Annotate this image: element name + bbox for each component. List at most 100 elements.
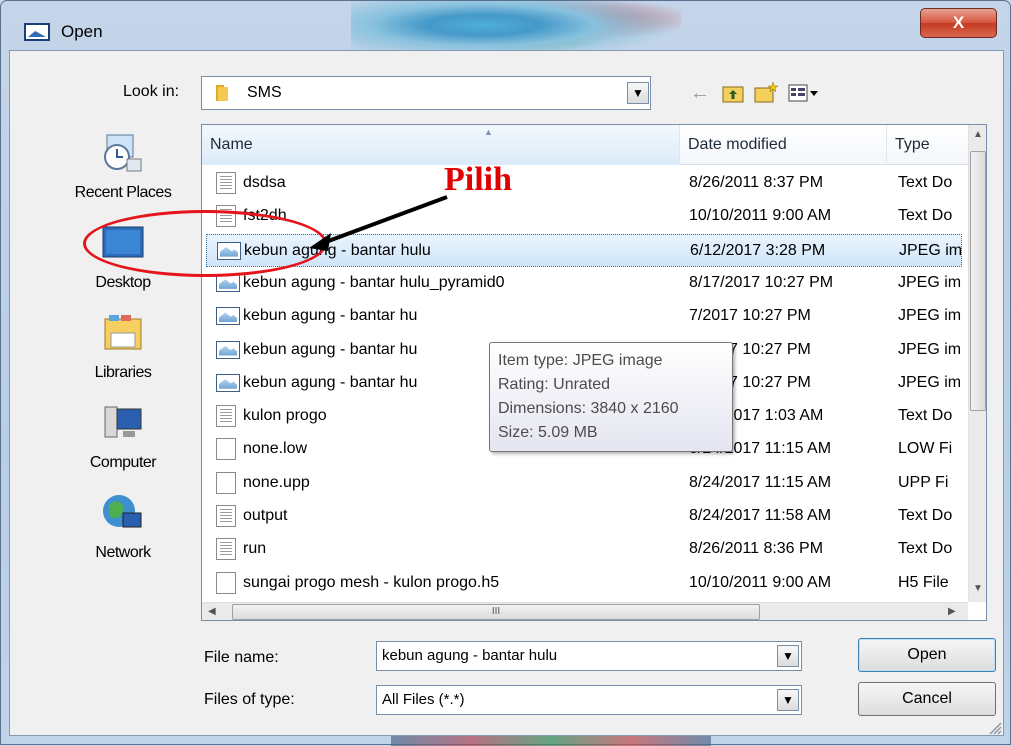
file-info-tooltip: Item type: JPEG image Rating: Unrated Di…: [489, 342, 733, 452]
file-type-cell: Text Do: [898, 174, 953, 191]
open-button[interactable]: Open: [858, 638, 996, 672]
horizontal-scroll-thumb[interactable]: III: [232, 604, 760, 620]
computer-icon: [104, 406, 142, 438]
close-button[interactable]: X: [920, 8, 997, 38]
file-row[interactable]: dsdsa 8/26/2011 8:37 PM Text Do: [206, 167, 962, 200]
dialog-body: Look in: SMS ▼ ← Recent Places Desktop L…: [9, 50, 1004, 736]
file-list-header: ▲ Name Date modified Type: [202, 125, 968, 165]
file-name-cell: kebun agung - bantar hu: [243, 340, 418, 358]
tooltip-line: Dimensions: 3840 x 2160: [498, 400, 679, 417]
libraries-icon: [104, 315, 142, 350]
cancel-button[interactable]: Cancel: [858, 682, 996, 716]
vertical-scrollbar[interactable]: ▲ ▼: [968, 125, 986, 602]
annotation-ellipse: [83, 210, 327, 277]
tooltip-line: Rating: Unrated: [498, 376, 611, 393]
file-type-cell: UPP Fi: [898, 473, 949, 491]
title-bar[interactable]: Open X: [1, 1, 1010, 51]
scroll-up-icon[interactable]: ▲: [973, 129, 983, 140]
views-menu-icon[interactable]: [788, 83, 820, 103]
column-header-type[interactable]: Type: [887, 125, 977, 165]
file-name-label: File name:: [204, 649, 279, 666]
text-file-icon: [216, 405, 236, 428]
file-type-cell: JPEG im: [898, 373, 962, 391]
file-name-value: kebun agung - bantar hulu: [382, 647, 558, 664]
tooltip-line: Item type: JPEG image: [498, 352, 663, 369]
file-date-cell: 7/2017 10:27 PM: [689, 307, 811, 325]
text-file-icon: [216, 505, 236, 527]
column-header-name[interactable]: ▲ Name: [202, 125, 680, 165]
look-in-combo[interactable]: SMS ▼: [201, 76, 651, 110]
file-type-label: Files of type:: [204, 691, 295, 708]
file-name-cell: none.low: [243, 440, 308, 458]
scroll-right-icon[interactable]: ▶: [948, 606, 956, 617]
file-name-input[interactable]: kebun agung - bantar hulu ▼: [376, 641, 802, 671]
file-row[interactable]: sungai progo mesh - kulon progo.h5 10/10/…: [206, 567, 962, 600]
window-title: Open: [61, 22, 103, 41]
file-row[interactable]: kebun agung - bantar hu 7/2017 10:27 PM JP…: [206, 300, 962, 333]
file-date-cell: 10/10/2011 9:00 AM: [689, 573, 832, 591]
column-header-date[interactable]: Date modified: [680, 125, 887, 165]
scroll-left-icon[interactable]: ◀: [208, 606, 216, 617]
file-type-value: All Files (*.*): [382, 691, 465, 708]
place-network[interactable]: Network: [48, 491, 198, 562]
file-type-dropdown-button[interactable]: ▼: [777, 689, 799, 711]
file-type-cell: Text Do: [898, 507, 953, 524]
folder-icon: [216, 85, 228, 101]
file-date-cell: 8/24/2017 11:58 AM: [689, 507, 832, 524]
file-type-select[interactable]: All Files (*.*) ▼: [376, 685, 802, 715]
image-file-icon: [216, 373, 240, 392]
horizontal-scrollbar[interactable]: ◀ III ▶: [202, 602, 968, 620]
file-type-cell: H5 File: [898, 573, 949, 591]
place-libraries[interactable]: Libraries: [48, 311, 198, 382]
file-type-cell: LOW Fi: [898, 440, 953, 458]
place-label: Network: [95, 544, 151, 561]
file-name-cell: run: [243, 540, 267, 558]
file-type-cell: JPEG im: [898, 307, 962, 325]
column-header-label: Name: [210, 136, 253, 153]
tooltip-line: Size: 5.09 MB: [498, 424, 598, 441]
file-type-cell: Text Do: [898, 407, 953, 425]
blank-file-icon: [216, 571, 236, 594]
image-file-icon: [216, 307, 240, 326]
file-row[interactable]: run 8/26/2011 8:36 PM Text Do: [206, 533, 962, 566]
open-dialog-window: Open X Look in: SMS ▼ ← Recent Places De…: [0, 0, 1011, 746]
file-date-cell: 8/26/2011 8:36 PM: [689, 540, 824, 558]
annotation-label: Pilih: [444, 161, 513, 198]
file-name-dropdown-button[interactable]: ▼: [777, 645, 799, 667]
place-recent-places[interactable]: Recent Places: [48, 131, 198, 202]
text-file-icon: [216, 538, 236, 561]
look-in-value: SMS: [247, 84, 282, 101]
file-type-cell: JPEG im: [899, 241, 963, 259]
file-date-cell: 10/10/2011 9:00 AM: [689, 207, 832, 225]
image-file-icon: [216, 340, 240, 359]
recent-places-icon: [104, 134, 142, 172]
file-date-cell: 8/24/2017 11:15 AM: [689, 473, 832, 491]
scroll-down-icon[interactable]: ▼: [973, 583, 983, 594]
file-date-cell: 8/17/2017 10:27 PM: [689, 273, 834, 291]
file-row[interactable]: kebun agung - bantar hulu_pyramid0 8/17/2…: [206, 267, 962, 300]
file-row[interactable]: fst2dh 10/10/2011 9:00 AM Text Do: [206, 200, 962, 233]
file-type-cell: Text Do: [898, 207, 953, 225]
up-folder-icon[interactable]: [722, 83, 744, 103]
vertical-scroll-thumb[interactable]: [970, 151, 986, 411]
file-row[interactable]: none.upp 8/24/2017 11:15 AM UPP Fi: [206, 467, 962, 500]
place-label: Desktop: [95, 274, 151, 291]
places-bar: Recent Places Desktop Libraries Computer…: [48, 121, 198, 601]
file-name-cell: output: [243, 507, 288, 524]
file-name-cell: none.upp: [243, 473, 310, 491]
look-in-dropdown-button[interactable]: ▼: [627, 82, 649, 104]
blank-file-icon: [216, 438, 236, 461]
back-arrow-icon[interactable]: ←: [690, 81, 710, 105]
file-type-cell: JPEG im: [898, 340, 962, 358]
resize-grip-icon[interactable]: [986, 719, 1002, 735]
file-type-cell: JPEG im: [898, 273, 962, 291]
network-icon: [103, 495, 142, 528]
file-date-cell: 6/12/2017 3:28 PM: [690, 241, 826, 259]
place-label: Recent Places: [74, 184, 172, 201]
file-name-cell: dsdsa: [243, 174, 286, 191]
file-name-cell: kebun agung - bantar hu: [243, 307, 418, 325]
file-row[interactable]: output 8/24/2017 11:58 AM Text Do: [206, 500, 962, 533]
new-folder-icon[interactable]: [754, 81, 778, 103]
open-dialog-icon: [24, 23, 50, 41]
place-computer[interactable]: Computer: [48, 401, 198, 472]
